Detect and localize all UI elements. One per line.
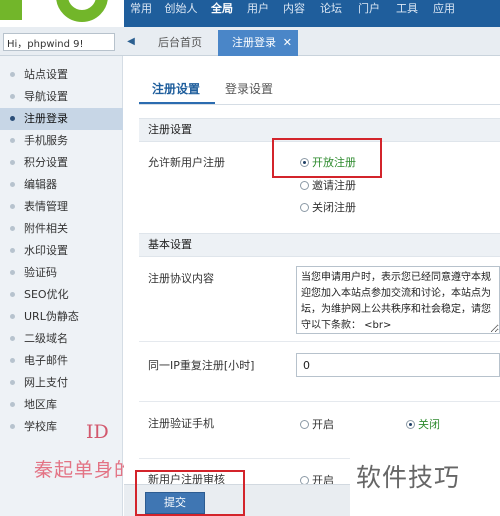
radio-unchecked-icon [300,420,309,429]
bullet-icon [10,204,15,209]
protocol-content-textarea[interactable]: 当您申请用户时，表示您已经同意遵守本规 迎您加入本站点参加交流和讨论，本站点为 … [296,266,500,334]
bullet-icon [10,270,15,275]
bullet-icon [10,292,15,297]
sidebar-menu: 站点设置 导航设置 注册登录 手机服务 积分设置 编辑器 表情管理 附件相关 水… [0,56,123,516]
topnav-item-common[interactable]: 常用 [124,0,158,27]
sidebar-item-captcha[interactable]: 验证码 [0,262,123,284]
sidebar-item-label: 附件相关 [24,222,68,235]
search-input[interactable] [3,33,115,51]
bullet-icon [10,94,15,99]
sidebar-item-editor[interactable]: 编辑器 [0,174,123,196]
top-nav-menu: 常用 创始人 全局 用户 内容 论坛 门户 工具 应用 [124,0,462,27]
sidebar-item-label: SEO优化 [24,288,69,301]
sidebar-item-label: 水印设置 [24,244,68,257]
sidebar-item-emoticons[interactable]: 表情管理 [0,196,123,218]
bullet-icon [10,160,15,165]
bullet-icon [10,424,15,429]
bullet-icon [10,116,15,121]
radio-unchecked-icon [300,203,309,212]
sidebar-item-payment[interactable]: 网上支付 [0,372,123,394]
mobile-verify-label: 注册验证手机 [148,417,214,430]
topnav-item-forum[interactable]: 论坛 [312,0,350,27]
topnav-item-tools[interactable]: 工具 [388,0,426,27]
topnav-item-content[interactable]: 内容 [276,0,312,27]
sidebar-item-label: 站点设置 [24,68,68,81]
subtab-divider [139,104,500,105]
tab-register-login-label: 注册登录 [232,36,276,49]
sidebar-item-label: 手机服务 [24,134,68,147]
bullet-icon [10,248,15,253]
bullet-icon [10,72,15,77]
sidebar-item-label: 地区库 [24,398,57,411]
sidebar-item-attachments[interactable]: 附件相关 [0,218,123,240]
watermark-id-text: ID [86,421,109,443]
bullet-icon [10,138,15,143]
logo-ring-shape [56,0,108,22]
tab-admin-home[interactable]: 后台首页 [145,30,215,56]
topnav-item-portal[interactable]: 门户 [350,0,388,27]
bullet-icon [10,380,15,385]
sidebar-item-url-rewrite[interactable]: URL伪静态 [0,306,123,328]
sidebar-item-label: 验证码 [24,266,57,279]
radio-checked-icon [406,420,415,429]
sidebar-item-nav-settings[interactable]: 导航设置 [0,86,123,108]
row-divider [139,401,500,402]
sidebar-item-label: 表情管理 [24,200,68,213]
radio-close-registration[interactable]: 关闭注册 [300,199,356,214]
top-navigation-bar: 常用 创始人 全局 用户 内容 论坛 门户 工具 应用 [0,0,500,27]
logo-bar-shape [0,0,22,20]
sidebar-item-mobile[interactable]: 手机服务 [0,130,123,152]
tab-register-login[interactable]: 注册登录 ✕ [218,30,298,56]
bullet-icon [10,358,15,363]
sidebar-item-label: 二级域名 [24,332,68,345]
radio-open-registration[interactable]: 开放注册 [300,154,356,169]
radio-mobile-verify-on[interactable]: 开启 [300,416,334,431]
section-register-settings-header: 注册设置 [139,118,500,142]
phpwind-logo [0,0,124,27]
protocol-content-label: 注册协议内容 [148,272,214,285]
topnav-item-apps[interactable]: 应用 [426,0,462,27]
bullet-icon [10,226,15,231]
sidebar-item-label: 学校库 [24,420,57,433]
sidebar-item-register-login[interactable]: 注册登录 [0,108,123,130]
sidebar-item-label: 网上支付 [24,376,68,389]
sidebar-item-seo[interactable]: SEO优化 [0,284,123,306]
topnav-item-users[interactable]: 用户 [240,0,276,27]
subtab-login-settings[interactable]: 登录设置 [225,80,273,97]
sidebar-item-credits[interactable]: 积分设置 [0,152,123,174]
sidebar-item-label: URL伪静态 [24,310,79,323]
bullet-icon [10,336,15,341]
sidebar-item-email[interactable]: 电子邮件 [0,350,123,372]
row-divider [139,341,500,342]
sidebar-item-subdomain[interactable]: 二级域名 [0,328,123,350]
same-ip-interval-input[interactable] [296,353,500,377]
submit-button[interactable]: 提交 [145,492,205,514]
sidebar-item-watermark[interactable]: 水印设置 [0,240,123,262]
topnav-item-global[interactable]: 全局 [204,0,240,27]
sidebar-item-region-library[interactable]: 地区库 [0,394,123,416]
watermark-software-tips: 软件技巧 [350,440,500,516]
sidebar-item-site-settings[interactable]: 站点设置 [0,64,123,86]
subtab-register-settings[interactable]: 注册设置 [152,80,200,97]
scroll-left-arrow-icon[interactable]: ◀ [124,33,138,51]
sidebar-item-label: 注册登录 [24,112,68,125]
bullet-icon [10,182,15,187]
topnav-item-founder[interactable]: 创始人 [158,0,204,27]
sidebar-item-label: 积分设置 [24,156,68,169]
section-basic-settings-header: 基本设置 [139,233,500,257]
bullet-icon [10,314,15,319]
close-icon[interactable]: ✕ [283,30,292,55]
bullet-icon [10,402,15,407]
sidebar-item-label: 电子邮件 [24,354,68,367]
sidebar-item-label: 导航设置 [24,90,68,103]
radio-mobile-verify-off[interactable]: 关闭 [406,416,440,431]
radio-checked-icon [300,158,309,167]
tab-bar: ◀ 后台首页 注册登录 ✕ [0,27,500,56]
radio-unchecked-icon [300,181,309,190]
allow-registration-label: 允许新用户注册 [148,156,225,169]
radio-invite-registration[interactable]: 邀请注册 [300,177,356,192]
same-ip-interval-label: 同一IP重复注册[小时] [148,359,255,372]
sidebar-item-label: 编辑器 [24,178,57,191]
